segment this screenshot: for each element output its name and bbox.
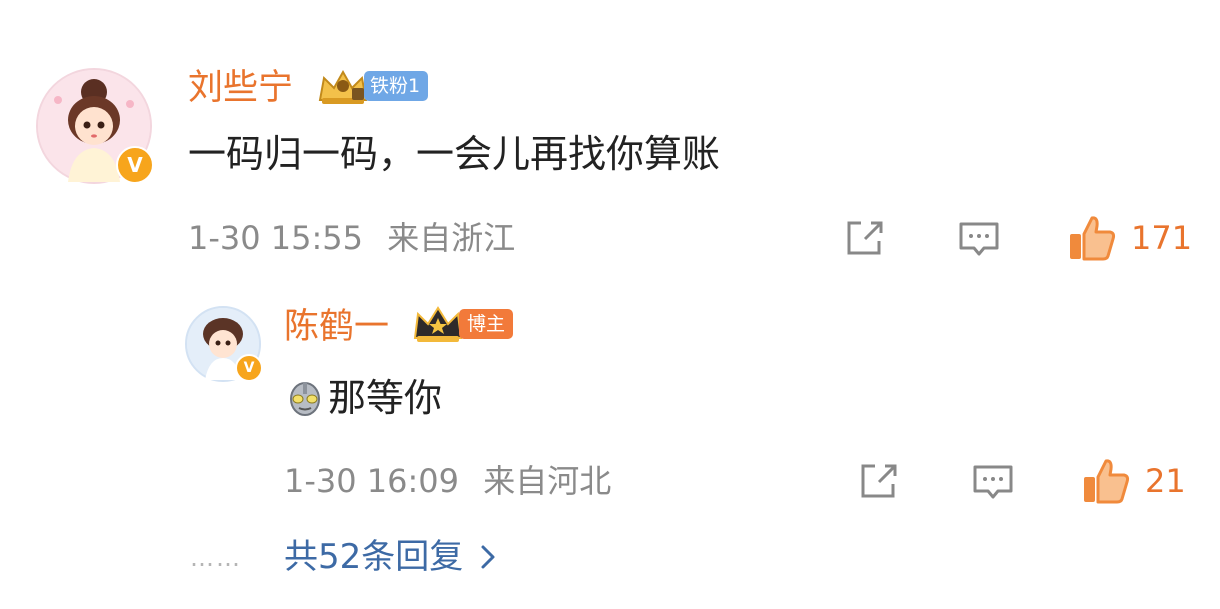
view-all-replies-label: 共52条回复: [284, 537, 464, 577]
blogger-badge[interactable]: 博主: [411, 306, 514, 342]
comment-like-count: 171: [1131, 219, 1193, 257]
reply-like-count: 21: [1145, 462, 1186, 500]
reply-text: 那等你: [328, 376, 443, 420]
ultraman-emoji-icon: [290, 382, 320, 416]
commenter-name[interactable]: 刘些宁: [188, 66, 293, 110]
comment-share-button[interactable]: [845, 219, 885, 257]
thumbs-up-icon: [1070, 216, 1116, 261]
reply-text-line: 那等你: [284, 372, 442, 424]
chevron-right-icon: [481, 545, 495, 569]
replier-name[interactable]: 陈鹤一: [284, 305, 389, 349]
commenter-avatar[interactable]: V: [36, 68, 154, 184]
comment-location: 来自浙江: [387, 219, 516, 257]
view-all-replies-link[interactable]: 共52条回复: [284, 535, 501, 579]
replier-avatar[interactable]: V: [185, 306, 263, 382]
blogger-badge-label: 博主: [459, 309, 514, 339]
crown-fan-icon: [318, 69, 368, 104]
replies-divider-dots: ……: [190, 544, 242, 572]
reply-share-button[interactable]: [859, 462, 899, 500]
reply-reply-button[interactable]: [972, 464, 1014, 502]
reply-timestamp: 1-30 16:09: [284, 462, 460, 500]
comment-icon: [959, 222, 999, 256]
comment-reply-button[interactable]: [958, 221, 1000, 259]
comment-timestamp: 1-30 15:55: [188, 219, 364, 257]
thumbs-up-icon: [1084, 459, 1130, 504]
crown-star-icon: [413, 306, 463, 342]
verified-badge-icon: V: [116, 146, 154, 184]
reply-like-button[interactable]: 21: [1081, 457, 1186, 505]
fan-badge[interactable]: 铁粉1: [316, 69, 429, 104]
share-icon: [847, 221, 883, 255]
reply-meta: 1-30 16:09 来自河北: [284, 461, 611, 501]
fan-badge-label: 铁粉1: [364, 71, 429, 101]
reply-location: 来自河北: [483, 462, 612, 500]
share-icon: [861, 464, 897, 498]
comment-meta: 1-30 15:55 来自浙江: [188, 218, 515, 258]
verified-badge-icon: V: [235, 354, 263, 382]
comment-thread: V 刘些宁 铁粉1 一码归一码，一会儿再找你算账 1-30 15:55 来自浙江: [0, 0, 1220, 609]
comment-like-button[interactable]: 171: [1067, 214, 1192, 262]
comment-text: 一码归一码，一会儿再找你算账: [188, 132, 721, 176]
comment-icon: [973, 465, 1013, 499]
